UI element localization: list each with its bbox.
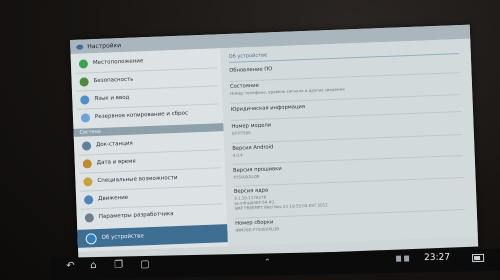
sidebar-item-label: Дата и время [96, 158, 136, 167]
status-clock[interactable]: 23:27 [424, 253, 450, 264]
detail-title: Юридическая информация [230, 104, 306, 113]
sidebar-item-label: Специальные возможности [97, 174, 178, 185]
settings-icon [76, 43, 84, 50]
detail-build-number: Номер сборки IMM76D.P7500XXLQ8 [235, 212, 465, 232]
about-device-panel: Об устройстве Обновление ПО Состояние Но… [220, 38, 478, 247]
app-title: Настройки [87, 41, 122, 50]
section-label: Система [79, 129, 102, 136]
detail-status[interactable]: Состояние Номер телефона, уровень сигнал… [230, 75, 460, 96]
dock-icon [81, 140, 92, 151]
settings-screen: Настройки Местоположение Безопасность Яз… [70, 24, 479, 262]
detail-legal-info[interactable]: Юридическая информация [231, 98, 461, 113]
back-icon[interactable]: ↶ [66, 260, 75, 271]
notification-icon [404, 255, 410, 262]
sidebar-item-label: Безопасность [93, 76, 134, 85]
sidebar-item-label: Движение [98, 194, 129, 203]
sidebar-item-about-device[interactable]: Об устройстве [77, 224, 228, 248]
screenshot-icon[interactable]: ▢ [140, 259, 150, 270]
sidebar-item-label: Параметры разработчика [98, 211, 174, 221]
sidebar-item-label: Резервное копирование и сброс [94, 110, 189, 121]
settings-sidebar: Местоположение Безопасность Язык и ввод … [70, 48, 229, 252]
detail-android-version: Версия Android 4.0.4 [232, 137, 462, 158]
battery-icon [472, 253, 485, 263]
sidebar-item-label: Местоположение [92, 58, 144, 67]
security-icon [79, 76, 89, 87]
recent-apps-icon[interactable]: ❐ [114, 259, 123, 270]
accessibility-icon [83, 176, 93, 187]
notification-icon [396, 255, 402, 262]
sidebar-item-label: Язык и ввод [94, 94, 130, 103]
motion-icon [83, 194, 94, 205]
sidebar-item-label: Об устройстве [101, 233, 144, 241]
notification-icons[interactable] [396, 255, 410, 262]
home-icon[interactable]: ⌂ [90, 260, 97, 271]
developer-icon [84, 212, 94, 223]
clock-icon [82, 158, 92, 169]
info-icon [85, 232, 97, 245]
panel-header: Об устройстве [228, 52, 268, 60]
chevron-up-icon[interactable]: ⌃ [264, 257, 271, 267]
sidebar-item-label: Док-станция [95, 140, 133, 149]
backup-icon [80, 112, 91, 123]
language-icon [80, 94, 90, 105]
location-icon [78, 58, 89, 69]
